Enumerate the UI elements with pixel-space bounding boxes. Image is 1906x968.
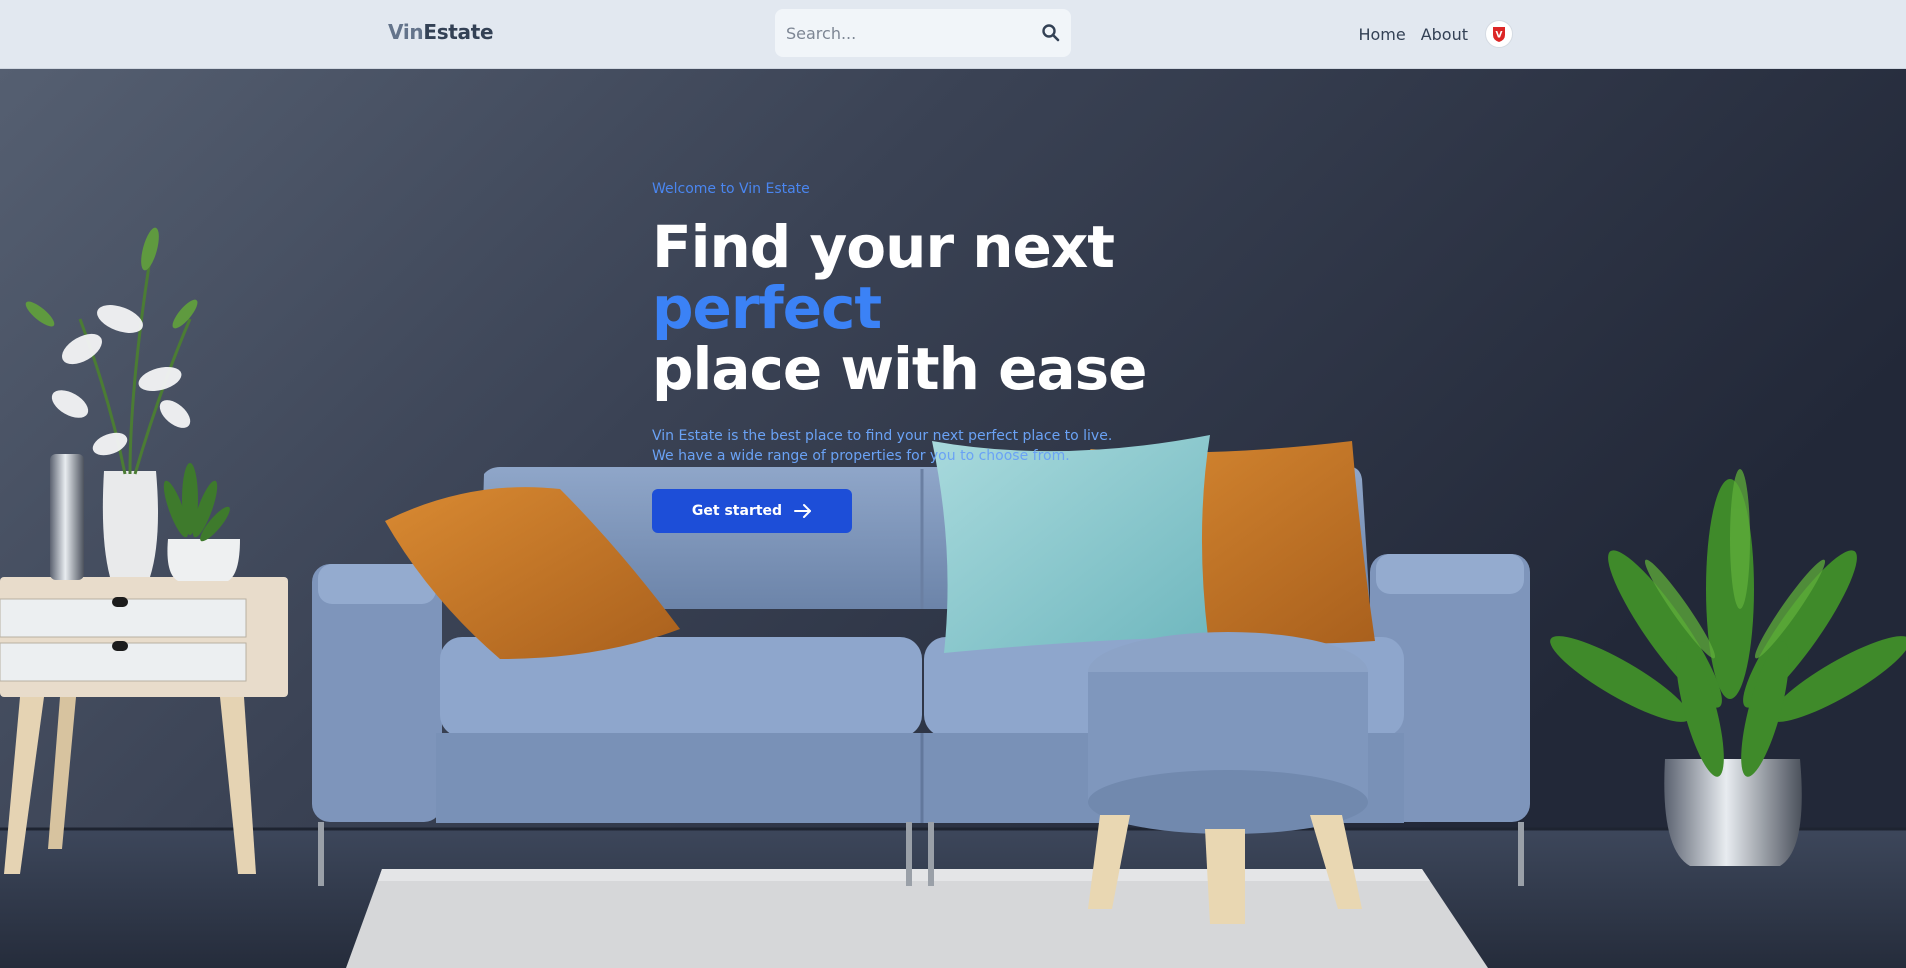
description-line-1: Vin Estate is the best place to find you…: [652, 428, 1113, 444]
hero-headline: Find your next perfect place with ease: [652, 217, 1332, 400]
hero-description: Vin Estate is the best place to find you…: [652, 426, 1332, 466]
hero-section: Welcome to Vin Estate Find your next per…: [0, 69, 1906, 968]
description-line-2: We have a wide range of properties for y…: [652, 448, 1070, 464]
headline-text-start: Find your next: [652, 213, 1115, 281]
headline-text-end: place with ease: [652, 335, 1147, 403]
search-input[interactable]: [775, 9, 1025, 57]
avatar-letter: V: [1496, 31, 1503, 41]
get-started-button[interactable]: Get started: [652, 489, 852, 533]
main-nav: Home About V: [1343, 18, 1513, 50]
search-form: [775, 9, 1071, 57]
logo-part-estate: Estate: [423, 20, 494, 44]
hero-content: Welcome to Vin Estate Find your next per…: [652, 181, 1332, 533]
site-logo[interactable]: VinEstate: [388, 20, 494, 44]
nav-about-link[interactable]: About: [1421, 25, 1468, 44]
user-avatar[interactable]: V: [1485, 20, 1513, 48]
top-navbar: VinEstate Home About V: [0, 0, 1906, 69]
get-started-label: Get started: [691, 503, 783, 519]
logo-part-vin: Vin: [388, 20, 424, 44]
headline-accent: perfect: [652, 274, 882, 342]
avatar-badge-icon: V: [1493, 27, 1505, 42]
search-icon[interactable]: [1041, 23, 1061, 43]
hero-eyebrow: Welcome to Vin Estate: [652, 181, 810, 197]
arrow-right-icon: [794, 503, 812, 519]
nav-home-link[interactable]: Home: [1358, 25, 1405, 44]
